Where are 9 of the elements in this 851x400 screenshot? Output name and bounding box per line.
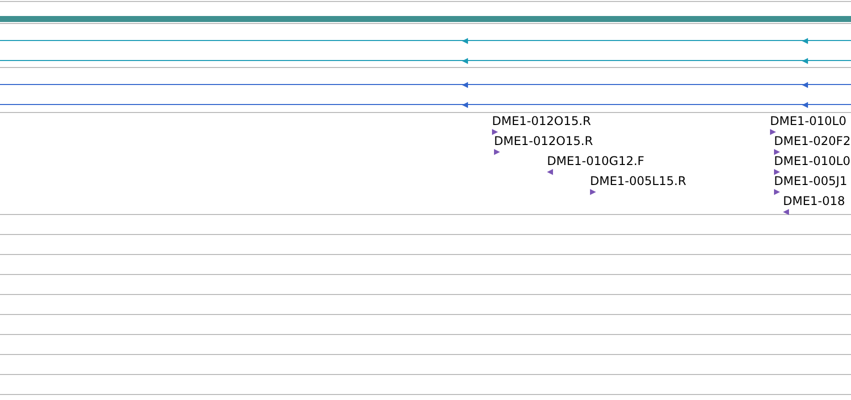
feature-label: DME1-010L0 <box>774 154 850 168</box>
feature-label: DME1-020F2 <box>774 134 851 148</box>
feature-label: DME1-010L0 <box>770 114 846 128</box>
feature-label: DME1-012O15.R <box>492 114 591 128</box>
feature-label: DME1-010G12.F <box>547 154 644 168</box>
feature-label: DME1-005J1 <box>774 174 848 188</box>
feature-label: DME1-005L15.R <box>590 174 686 188</box>
feature-label: DME1-018 <box>783 194 846 208</box>
feature-label: DME1-012O15.R <box>494 134 593 148</box>
